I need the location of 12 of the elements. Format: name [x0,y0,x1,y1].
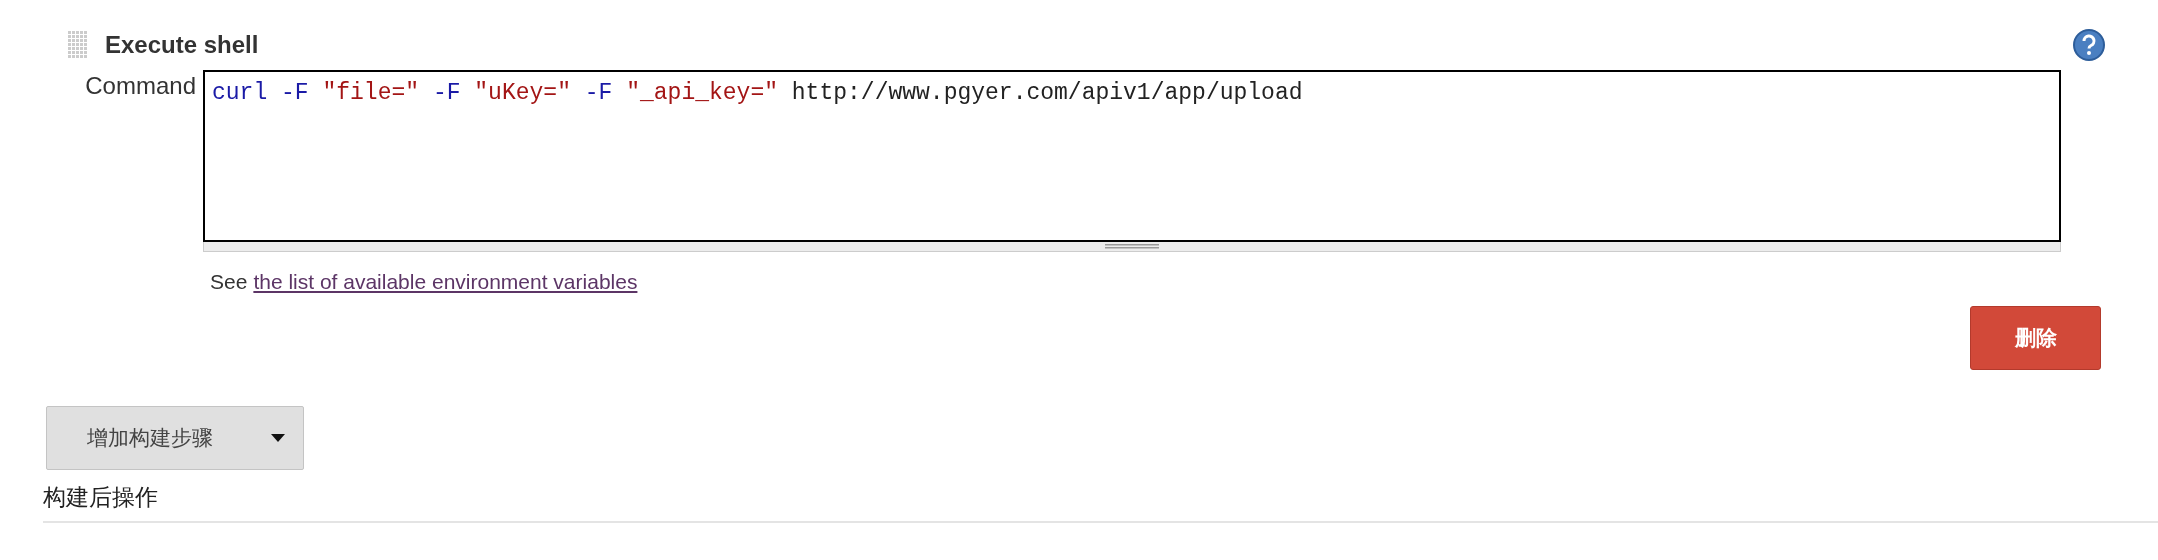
delete-button[interactable]: 删除 [1970,306,2101,370]
add-build-step-button[interactable]: 增加构建步骤 [46,406,304,470]
caret-icon [271,434,285,442]
resize-handle[interactable] [203,242,2061,252]
env-variables-link[interactable]: the list of available environment variables [253,270,638,294]
hint-text: See [210,270,248,294]
command-label: Command [84,71,197,101]
help-icon[interactable] [2072,28,2106,62]
command-field[interactable]: curl -F "file=" -F "uKey=" -F "_api_key=" http://www.pgyer.com/apiv1/app/upload [203,70,2061,242]
drag-handle-icon[interactable] [67,31,89,59]
step-title: Execute shell [105,31,260,59]
section-title: 构建后操作 [43,484,158,510]
